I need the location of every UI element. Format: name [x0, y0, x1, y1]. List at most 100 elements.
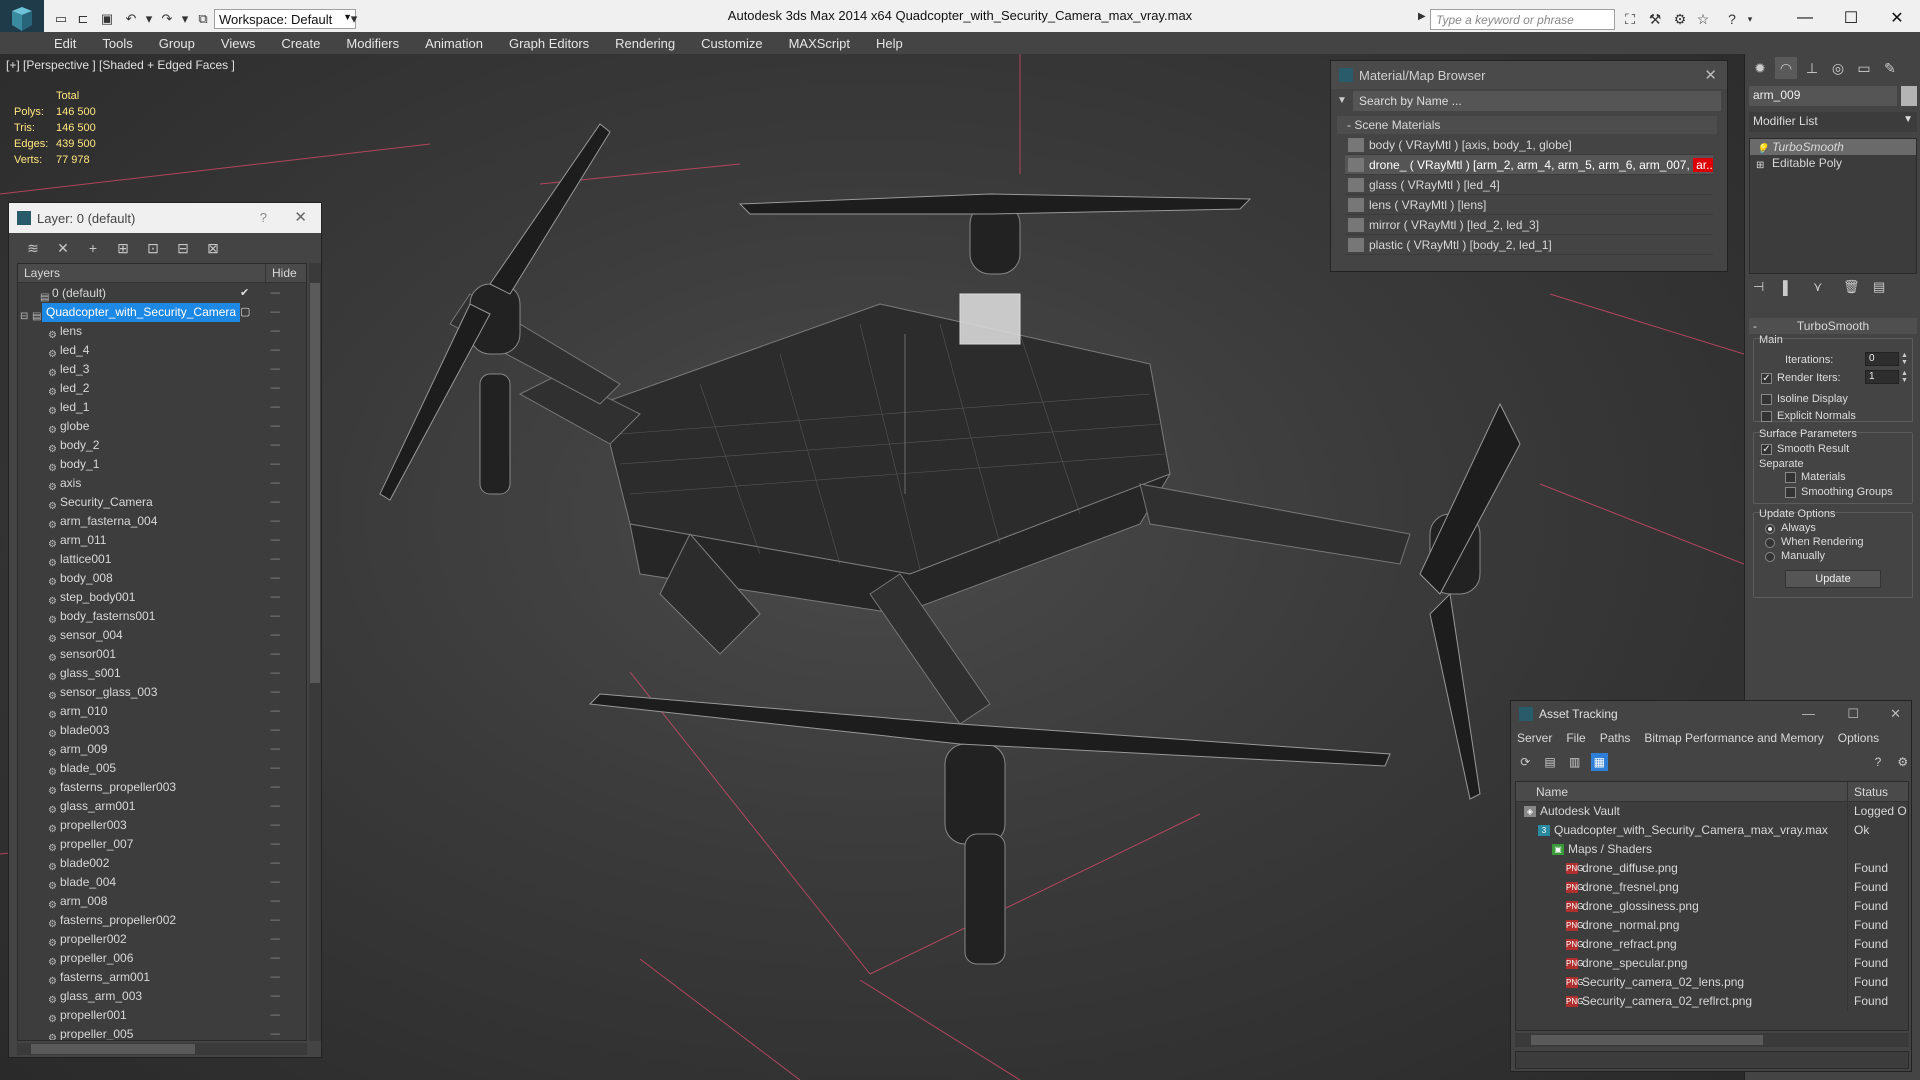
menu-tools[interactable]: Tools — [102, 36, 132, 51]
asset-row[interactable]: PNG Security_camera_02_lens.png Found — [1516, 973, 1908, 992]
layer-row[interactable]: ⚙ led_1 ---- — [18, 398, 306, 417]
maximize-icon[interactable]: ☐ — [1847, 706, 1859, 722]
menu-modifiers[interactable]: Modifiers — [346, 36, 399, 51]
asset-row[interactable]: PNG Security_camera_02_reflrct.png Found — [1516, 992, 1908, 1011]
material-item[interactable]: glass ( VRayMtl ) [led_4] — [1345, 175, 1713, 195]
layer-vertical-scrollbar[interactable] — [309, 263, 321, 1041]
spinner-arrows-icon[interactable]: ▲ ▼ — [1901, 370, 1909, 384]
layer-row[interactable]: ⚙ sensor_004 ---- — [18, 626, 306, 645]
rollout-header[interactable]: - TurboSmooth — [1749, 318, 1917, 334]
hide-toggle-icon[interactable]: ---- — [270, 721, 280, 740]
layer-row[interactable]: ⚙ glass_arm001 ---- — [18, 797, 306, 816]
asset-row[interactable]: PNG drone_glossiness.png Found — [1516, 897, 1908, 916]
layers-stack-icon[interactable]: ≋ — [23, 238, 43, 258]
light-bulb-icon[interactable]: 💡 — [1756, 142, 1768, 155]
layer-row[interactable]: ⚙ propeller_007 ---- — [18, 835, 306, 854]
help-icon[interactable]: ? — [260, 210, 267, 225]
layer-row[interactable]: ⚙ body_2 ---- — [18, 436, 306, 455]
render-iters-checkbox[interactable]: ✓ — [1761, 373, 1772, 384]
layer-row[interactable]: ⚙ led_4 ---- — [18, 341, 306, 360]
layer-row[interactable]: ⚙ led_2 ---- — [18, 379, 306, 398]
hide-toggle-icon[interactable]: ---- — [270, 740, 280, 759]
undo-dropdown-icon[interactable]: ▾ — [140, 10, 158, 28]
layer-row[interactable]: ⚙ arm_010 ---- — [18, 702, 306, 721]
pin-stack-icon[interactable]: ⊣ — [1753, 279, 1767, 295]
layer-row[interactable]: ⚙ lens ---- — [18, 322, 306, 341]
asset-horizontal-scrollbar[interactable] — [1515, 1033, 1909, 1047]
help-icon[interactable]: ? — [1870, 753, 1887, 771]
close-button[interactable]: ✕ — [1874, 4, 1920, 32]
make-unique-icon[interactable]: ⋎ — [1813, 279, 1827, 295]
hide-toggle-icon[interactable]: ---- — [270, 588, 280, 607]
layer-row-selected[interactable]: ⊟ ▤ Quadcopter_with_Security_Camera ▢ ---- — [18, 303, 306, 322]
object-name-field[interactable]: arm_009 — [1749, 86, 1897, 106]
asset-row[interactable]: ▣ Maps / Shaders — [1516, 840, 1908, 859]
menu-views[interactable]: Views — [221, 36, 255, 51]
layer-horizontal-scrollbar[interactable] — [17, 1043, 307, 1055]
asset-menu-file[interactable]: File — [1566, 731, 1585, 745]
hide-toggle-icon[interactable]: ---- — [270, 569, 280, 588]
menu-animation[interactable]: Animation — [425, 36, 483, 51]
material-item[interactable]: lens ( VRayMtl ) [lens] — [1345, 195, 1713, 215]
update-button[interactable]: Update — [1785, 570, 1881, 588]
hide-toggle-icon[interactable]: ---- — [270, 759, 280, 778]
delete-layer-icon[interactable]: ✕ — [53, 238, 73, 258]
layer-row[interactable]: ⚙ propeller001 ---- — [18, 1006, 306, 1025]
hide-toggle-icon[interactable]: ---- — [270, 892, 280, 911]
column-name[interactable]: Name — [1516, 782, 1848, 801]
layer-row[interactable]: ⚙ propeller002 ---- — [18, 930, 306, 949]
redo-icon[interactable]: ↷ — [158, 10, 176, 28]
close-icon[interactable]: ✕ — [1890, 706, 1901, 722]
layer-row[interactable]: ⚙ lattice001 ---- — [18, 550, 306, 569]
hide-toggle-icon[interactable]: ---- — [270, 512, 280, 531]
when-rendering-radio[interactable] — [1765, 538, 1775, 548]
material-item[interactable]: mirror ( VRayMtl ) [led_2, led_3] — [1345, 215, 1713, 235]
layer-row[interactable]: ⚙ fasterns_arm001 ---- — [18, 968, 306, 987]
asset-row[interactable]: PNG drone_normal.png Found — [1516, 916, 1908, 935]
menu-customize[interactable]: Customize — [701, 36, 762, 51]
layer-row[interactable]: ▤ 0 (default) ✔ ---- — [18, 284, 306, 303]
menu-edit[interactable]: Edit — [54, 36, 76, 51]
smoothing-groups-checkbox[interactable] — [1785, 487, 1796, 498]
redo-dropdown-icon[interactable]: ▾ — [176, 10, 194, 28]
hide-toggle-icon[interactable]: ---- — [270, 303, 280, 322]
open-file-icon[interactable]: ⊏ — [74, 10, 92, 28]
help-search-input[interactable]: Type a keyword or phrase — [1430, 9, 1615, 30]
materials-checkbox[interactable] — [1785, 472, 1796, 483]
layer-row[interactable]: ⚙ arm_009 ---- — [18, 740, 306, 759]
favorites-star-icon[interactable]: ☆ — [1693, 10, 1713, 28]
hide-toggle-icon[interactable]: ---- — [270, 1025, 280, 1040]
expand-plus-icon[interactable]: ⊞ — [1756, 158, 1764, 171]
layer-row[interactable]: ⚙ arm_011 ---- — [18, 531, 306, 550]
modifier-list-dropdown[interactable]: Modifier List ▼ — [1749, 112, 1917, 132]
layer-panel-titlebar[interactable]: Layer: 0 (default) ? ✕ — [9, 203, 321, 233]
menu-rendering[interactable]: Rendering — [615, 36, 675, 51]
layer-row[interactable]: ⚙ body_1 ---- — [18, 455, 306, 474]
search-expand-icon[interactable]: ▶ — [1418, 11, 1426, 22]
show-end-result-icon[interactable]: ▌ — [1783, 280, 1797, 295]
material-browser-titlebar[interactable]: Material/Map Browser ✕ — [1331, 61, 1727, 89]
render-iters-spinner[interactable]: 1 — [1865, 370, 1899, 384]
hide-toggle-icon[interactable]: ---- — [270, 455, 280, 474]
hide-toggle-icon[interactable]: ---- — [270, 854, 280, 873]
help-dropdown-icon[interactable]: ▾ — [1740, 10, 1760, 28]
asset-menu-server[interactable]: Server — [1517, 731, 1552, 745]
layer-row[interactable]: ⚙ arm_008 ---- — [18, 892, 306, 911]
close-icon[interactable]: ✕ — [294, 208, 307, 226]
layer-row[interactable]: ⚙ axis ---- — [18, 474, 306, 493]
hide-toggle-icon[interactable]: ---- — [270, 493, 280, 512]
hide-toggle-icon[interactable]: ---- — [270, 626, 280, 645]
workspace-select[interactable]: Workspace: Default ▼ — [214, 9, 356, 29]
utilities-tab-icon[interactable]: ✎ — [1879, 57, 1901, 79]
column-hide[interactable]: Hide — [266, 264, 306, 282]
undo-icon[interactable]: ↶ — [122, 10, 140, 28]
layer-row[interactable]: ⚙ glass_arm_003 ---- — [18, 987, 306, 1006]
menu-group[interactable]: Group — [159, 36, 195, 51]
options-dropdown-icon[interactable]: ▼ — [1337, 95, 1347, 106]
project-folder-icon[interactable]: ⧉ — [194, 10, 212, 28]
layer-row[interactable]: ⚙ body_fasterns001 ---- — [18, 607, 306, 626]
asset-row[interactable]: 3 Quadcopter_with_Security_Camera_max_vra… — [1516, 821, 1908, 840]
hierarchy-tab-icon[interactable]: ⊥ — [1801, 57, 1823, 79]
spinner-arrows-icon[interactable]: ▲ ▼ — [1901, 352, 1909, 366]
scene-materials-section[interactable]: - Scene Materials — [1337, 116, 1717, 134]
